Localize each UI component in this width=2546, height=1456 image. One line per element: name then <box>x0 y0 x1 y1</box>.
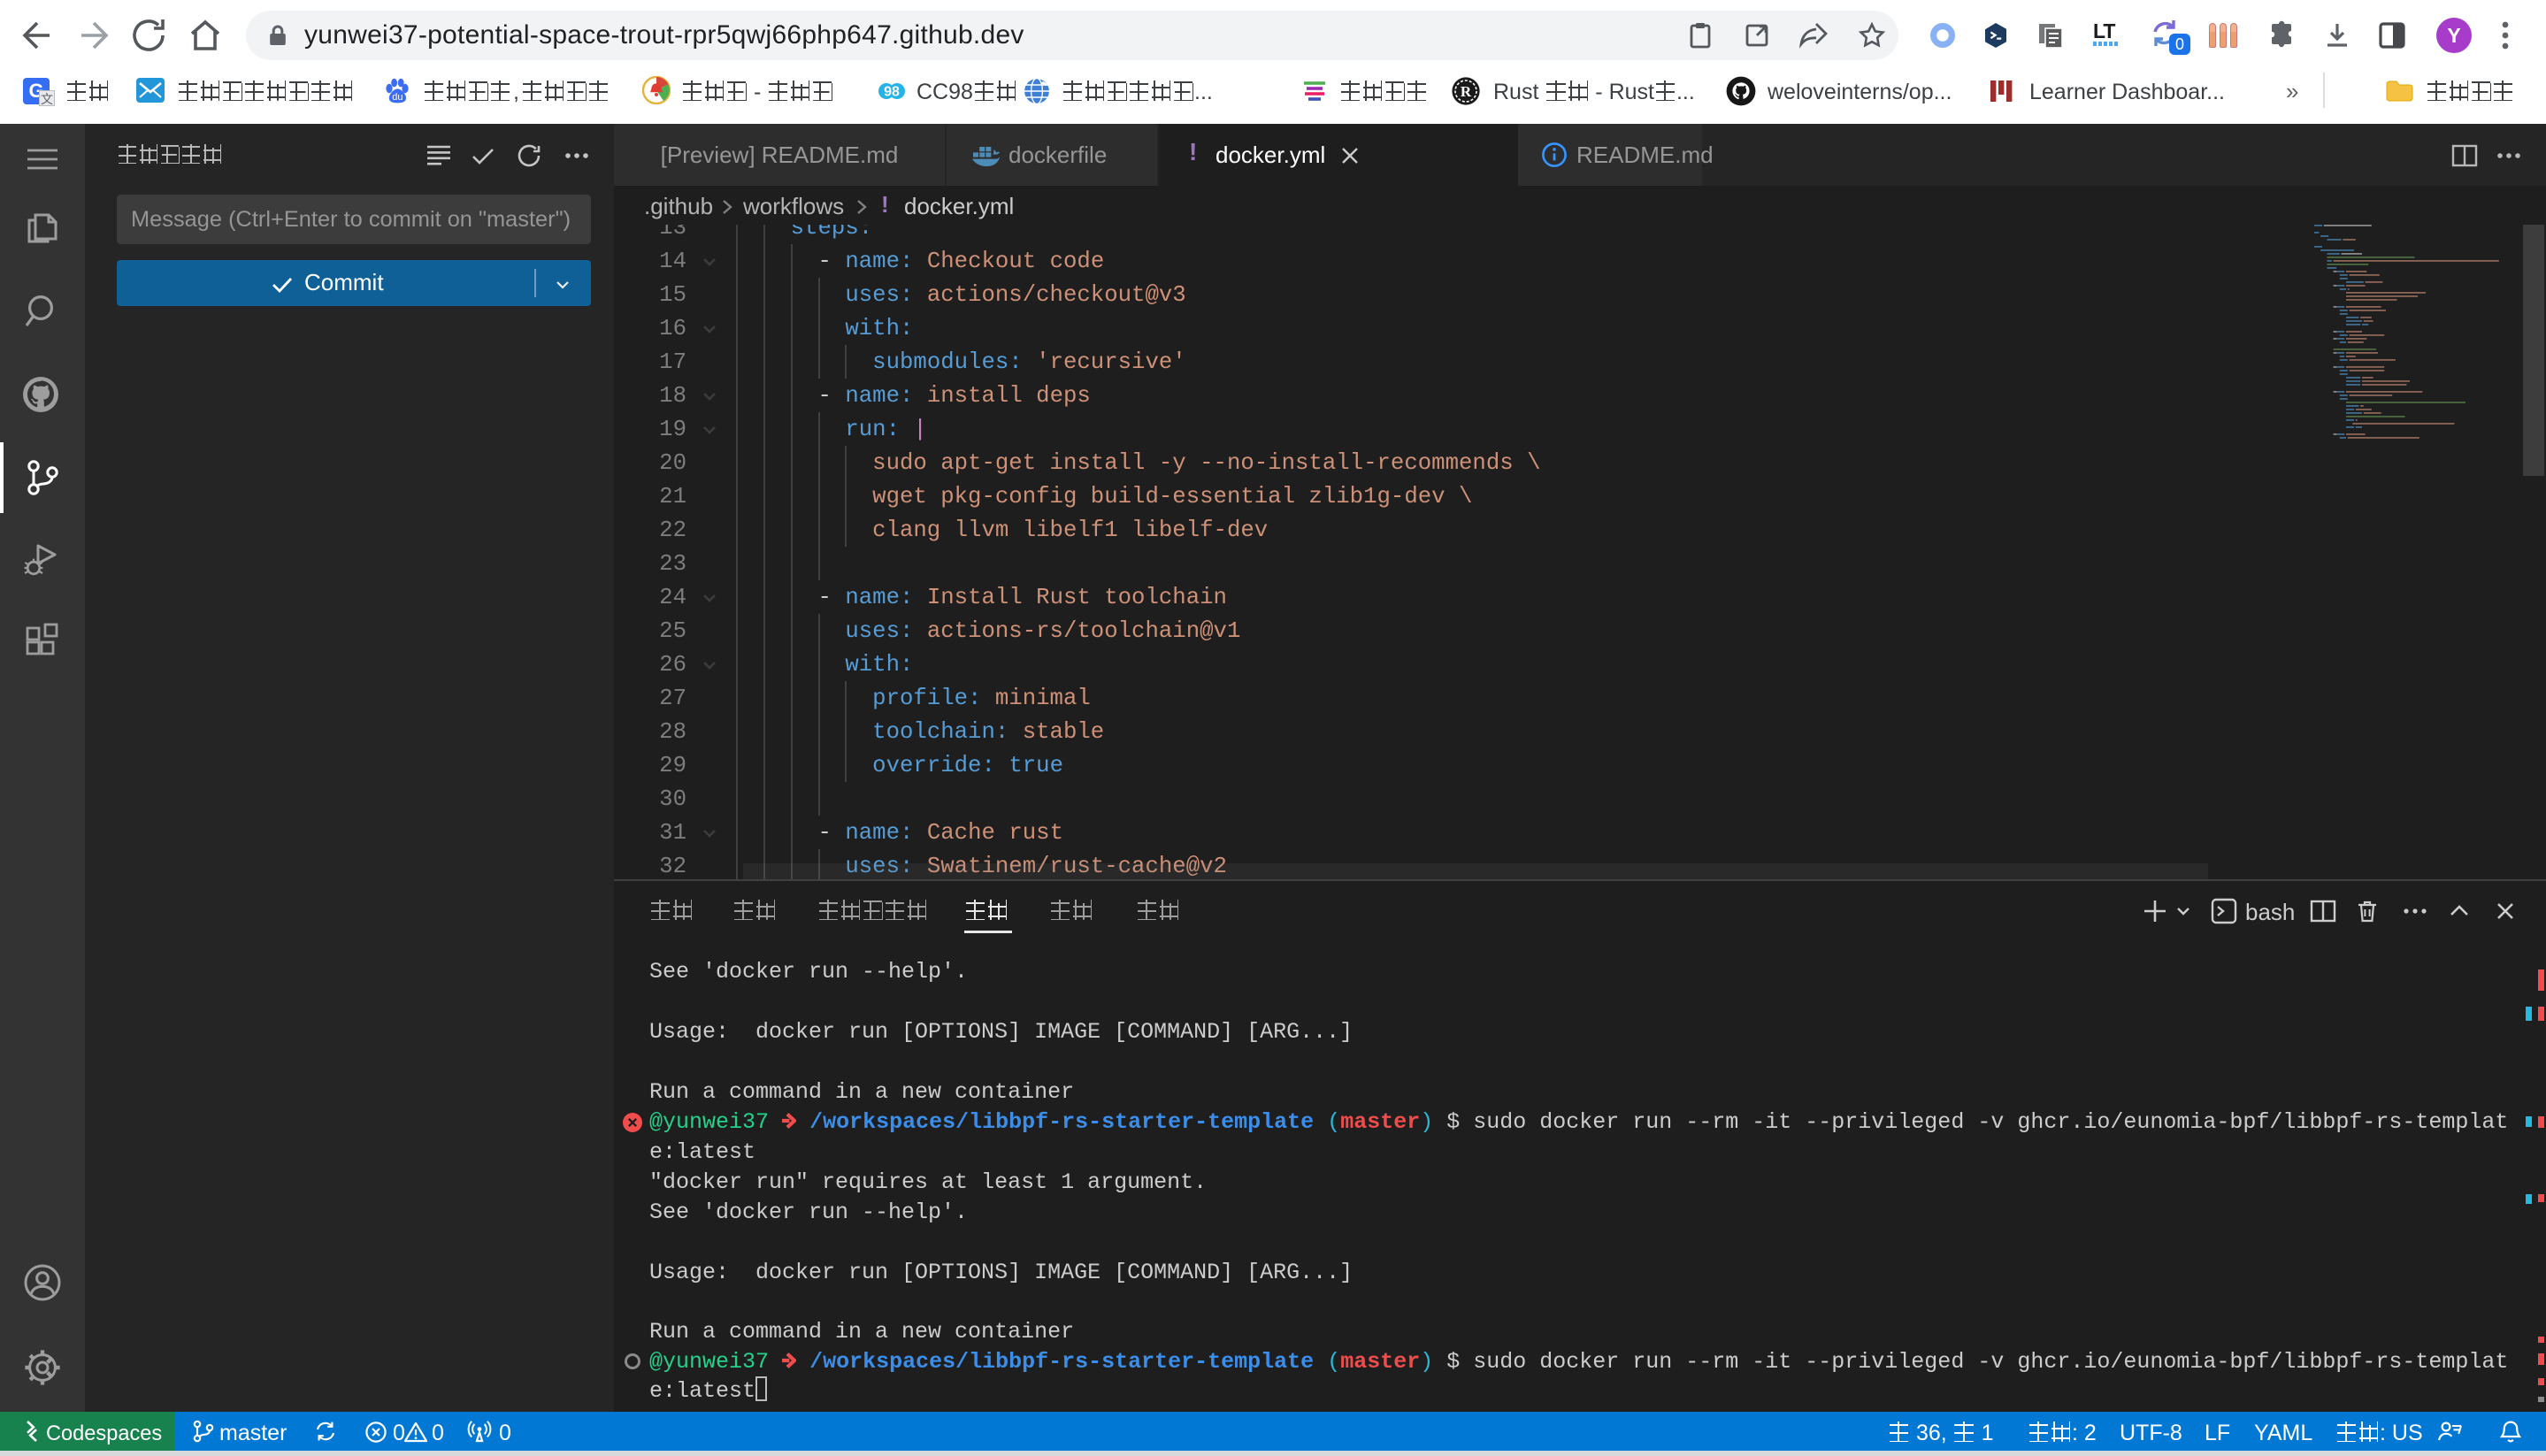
svg-text:R: R <box>1461 83 1472 100</box>
svg-text:du: du <box>392 92 403 103</box>
svg-text:98: 98 <box>884 85 900 100</box>
